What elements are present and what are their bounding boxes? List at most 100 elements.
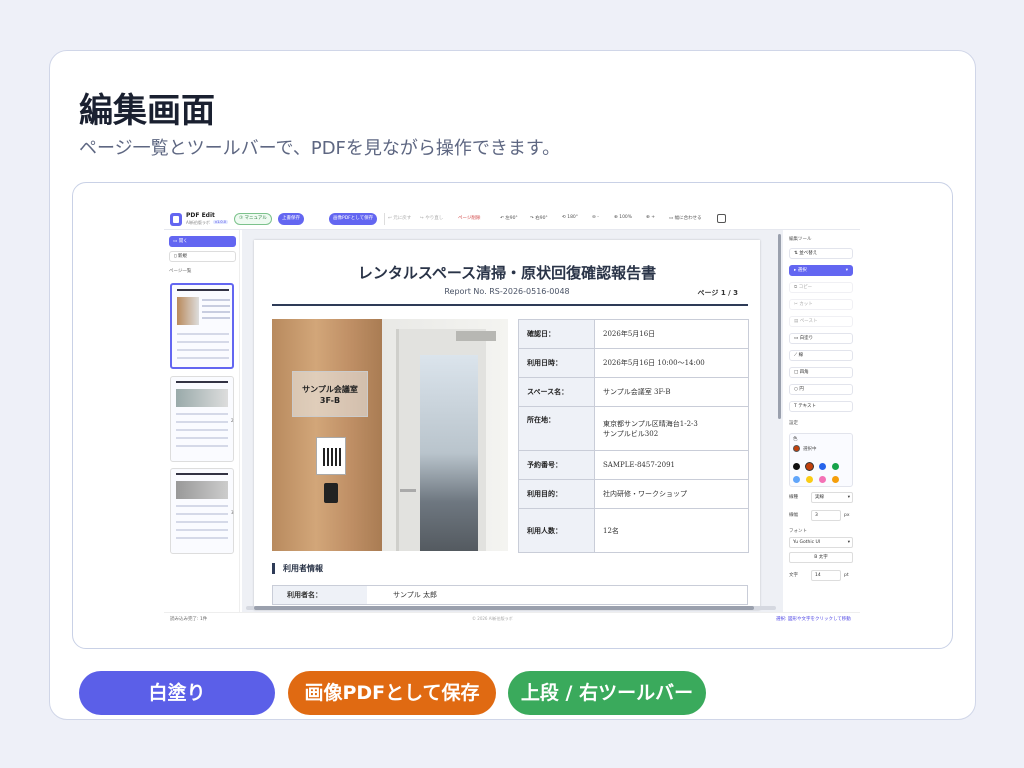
table-row: 利用人数： 12名 — [518, 508, 749, 553]
selected-color-label: 選択中 — [803, 447, 817, 452]
save-image-pdf-button[interactable]: 画像PDFとして保存 — [329, 213, 378, 225]
circle-tool-button[interactable]: ○ 円 — [789, 384, 853, 395]
status-left: 読み込み完了: 1件 — [170, 617, 208, 622]
new-label: 新規 — [177, 254, 187, 259]
page-thumbnail[interactable] — [170, 283, 234, 369]
card-reader — [324, 483, 338, 503]
zoom-out-button[interactable]: ⊖ - — [592, 215, 599, 220]
delete-page-button[interactable]: ページ削除 — [458, 215, 480, 221]
app-logo-icon — [170, 213, 182, 226]
settings-label: 設定 — [789, 421, 798, 426]
title-rule — [272, 304, 748, 306]
cut-button[interactable]: ✂ カット — [789, 299, 853, 310]
fit-width-button[interactable]: ▭ 幅に合わせる — [669, 215, 702, 221]
status-copyright: © 2026 AI新伯版ラボ — [472, 616, 513, 621]
color-picker: 色 選択中 — [789, 433, 853, 487]
color-swatch[interactable] — [819, 463, 826, 470]
chevron-down-icon: ▾ — [847, 540, 850, 545]
room-sign: サンプル会議室 3F-B — [292, 371, 368, 417]
status-hint: 選択: 図形や文字をクリックして移動 — [776, 617, 851, 622]
info-value: SAMPLE-8457-2091 — [594, 450, 749, 480]
page-subtitle: ページ一覧とツールバーで、PDFを見ながら操作できます。 — [79, 138, 561, 159]
new-button[interactable]: ▯ 新規 — [169, 251, 236, 262]
reorder-label: 並べ替え — [799, 251, 818, 256]
app-subtitle: AI新伯版ラボ — [186, 220, 210, 225]
top-toolbar: PDF Edit AI新伯版ラボ v1.0.0 ⑦ マニュアル 上書保存 画像P… — [164, 208, 860, 230]
line-width-label: 線幅 — [789, 513, 798, 518]
font-select[interactable]: Yu Gothic UI ▾ — [789, 537, 853, 548]
pdf-page[interactable]: レンタルスペース清掃・原状回復確認報告書 Report No. RS-2026-… — [254, 240, 760, 610]
text-size-label: 文字 — [789, 573, 798, 578]
reorder-button[interactable]: ⇅ 並べ替え — [789, 248, 853, 259]
copy-label: コピー — [798, 285, 813, 290]
info-key: 利用目的： — [518, 479, 595, 509]
open-button[interactable]: ▭ 開く — [169, 236, 236, 247]
section-heading: 利用者情報 — [272, 563, 323, 574]
page-thumbnail[interactable] — [170, 376, 234, 462]
table-row: 利用目的： 社内研修・ワークショップ — [518, 479, 749, 509]
page-thumbnail[interactable] — [170, 468, 234, 554]
table-row: スペース名： サンプル会議室 3F-B — [518, 377, 749, 407]
line-type-select[interactable]: 実線 ▾ — [811, 492, 853, 503]
room-door-photo: サンプル会議室 3F-B — [272, 319, 508, 551]
paste-label: ペースト — [799, 319, 818, 324]
status-bar: 読み込み完了: 1件 © 2026 AI新伯版ラボ 選択: 図形や文字をクリック… — [164, 612, 860, 624]
line-type-label: 線種 — [789, 495, 798, 500]
user-row: 利用者名： サンプル 太郎 — [272, 585, 748, 605]
px-unit: px — [844, 513, 850, 518]
line-width-input[interactable]: 3 — [811, 510, 841, 521]
copy-button[interactable]: ⧉ コピー — [789, 282, 853, 293]
table-row: 利用日時： 2026年5月16日 10:00〜14:00 — [518, 348, 749, 378]
panel-toggle-icon[interactable] — [717, 214, 726, 223]
info-value: 2026年5月16日 — [594, 319, 749, 349]
font-label: フォント — [789, 529, 807, 534]
text-tool-button[interactable]: T テキスト — [789, 401, 853, 412]
text-size-input[interactable]: 14 — [811, 570, 841, 581]
select-tool-button[interactable]: ▸ 選択 ▾ — [789, 265, 853, 276]
horizontal-scrollbar[interactable] — [246, 606, 776, 610]
line-label: 線 — [798, 353, 804, 358]
color-swatch[interactable] — [819, 476, 826, 483]
rect-tool-button[interactable]: □ 四角 — [789, 367, 853, 378]
rotate-left-button[interactable]: ↶ 左90° — [500, 215, 518, 221]
color-label: 色 — [793, 437, 798, 442]
info-key: 予約番号： — [518, 450, 595, 480]
color-swatch[interactable] — [806, 476, 813, 483]
color-swatch[interactable] — [793, 476, 800, 483]
vertical-scrollbar[interactable] — [778, 234, 781, 419]
bold-button[interactable]: B 太字 — [789, 552, 853, 563]
current-color-swatch[interactable] — [793, 445, 800, 452]
version-badge: v1.0.0 — [213, 220, 228, 224]
color-swatch[interactable] — [832, 463, 839, 470]
page-list-label: ページ一覧 — [169, 269, 192, 274]
report-number: Report No. RS-2026-0516-0048 — [444, 287, 570, 296]
paste-button[interactable]: ▤ ペースト — [789, 316, 853, 327]
color-swatch[interactable] — [832, 476, 839, 483]
image-pdf-tag-button[interactable]: 画像PDFとして保存 — [288, 671, 496, 715]
toolbars-tag-button[interactable]: 上段 / 右ツールバー — [508, 671, 706, 715]
left-sidebar: ▭ 開く ▯ 新規 ページ一覧 2 3 — [164, 230, 240, 612]
table-row: 確認日： 2026年5月16日 — [518, 319, 749, 349]
zoom-in-button[interactable]: ⊕ + — [646, 215, 655, 220]
color-swatch[interactable] — [793, 463, 800, 470]
rotate-right-button[interactable]: ↷ 右90° — [530, 215, 548, 221]
info-key: 利用日時： — [518, 348, 595, 378]
info-value: 12名 — [594, 508, 749, 553]
redo-button[interactable]: ↪ やり直し — [420, 215, 443, 221]
whiteout-tag-button[interactable]: 白塗り — [79, 671, 275, 715]
page-title: 編集画面 — [79, 91, 215, 131]
right-toolbar: 編集ツール ⇅ 並べ替え ▸ 選択 ▾ ⧉ コピー ✂ カット ▤ ペースト ▭ … — [786, 230, 860, 612]
rotate-180-button[interactable]: ⟲ 180° — [562, 215, 578, 220]
undo-button[interactable]: ↩ 元に戻す — [388, 215, 411, 221]
circle-label: 円 — [799, 387, 804, 392]
whiteout-tool-button[interactable]: ▭ 白塗り — [789, 333, 853, 344]
manual-button[interactable]: ⑦ マニュアル — [234, 213, 272, 225]
info-table: 確認日： 2026年5月16日 利用日時： 2026年5月16日 10:00〜14:… — [518, 319, 749, 553]
zoom-100-button[interactable]: ⊕ 100% — [614, 215, 632, 220]
document-canvas[interactable]: レンタルスペース清掃・原状回復確認報告書 Report No. RS-2026-… — [242, 230, 783, 612]
save-button[interactable]: 上書保存 — [278, 213, 304, 225]
line-tool-button[interactable]: ⟋ 線 — [789, 350, 853, 361]
open-label: 開く — [178, 239, 188, 244]
color-swatch[interactable] — [806, 463, 813, 470]
cut-label: カット — [799, 302, 813, 307]
